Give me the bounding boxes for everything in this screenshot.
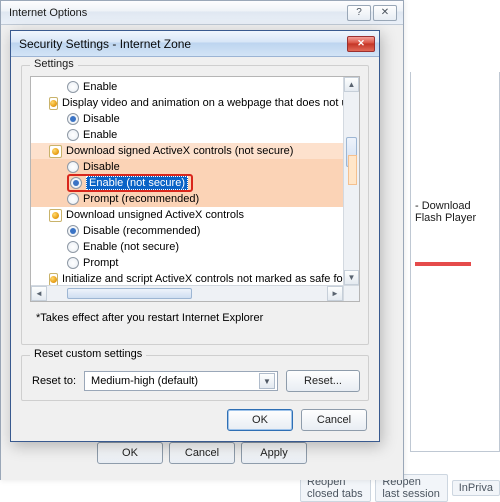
internet-options-cancel[interactable]: Cancel bbox=[169, 442, 235, 464]
dialog-title: Security Settings - Internet Zone bbox=[19, 37, 191, 51]
settings-option-label: Enable (not secure) bbox=[83, 241, 179, 253]
settings-option-label: Disable (recommended) bbox=[83, 225, 200, 237]
settings-option-label: Enable bbox=[83, 129, 117, 141]
settings-option-label: Prompt bbox=[83, 257, 118, 269]
settings-group: Settings EnableDisplay video and animati… bbox=[21, 65, 369, 345]
reset-to-combo[interactable]: Medium-high (default) ▼ bbox=[84, 371, 278, 391]
settings-header: Display video and animation on a webpage… bbox=[31, 95, 343, 111]
settings-listbox: Enable Display video and animation on a w… bbox=[30, 76, 360, 302]
category-icon bbox=[49, 209, 62, 222]
help-button[interactable]: ? bbox=[347, 5, 371, 21]
radio-icon[interactable] bbox=[67, 161, 79, 173]
side-text: - DownloadFlash Player bbox=[415, 200, 476, 224]
settings-option[interactable]: Prompt (recommended) bbox=[31, 191, 343, 207]
reset-button[interactable]: Reset... bbox=[286, 370, 360, 392]
radio-icon[interactable] bbox=[67, 241, 79, 253]
reset-legend: Reset custom settings bbox=[30, 348, 146, 360]
dialog-titlebar[interactable]: Security Settings - Internet Zone ✕ bbox=[11, 31, 379, 57]
red-underline bbox=[415, 262, 471, 266]
settings-option[interactable]: Disable bbox=[31, 111, 343, 127]
radio-icon[interactable] bbox=[67, 113, 79, 125]
settings-option-label: Enable bbox=[83, 81, 117, 93]
highlighted-selection[interactable]: Enable (not secure) bbox=[67, 174, 193, 192]
settings-option-label: Prompt (recommended) bbox=[83, 193, 199, 205]
restart-note: *Takes effect after you restart Internet… bbox=[36, 312, 263, 324]
vertical-scrollbar[interactable]: ▲ ▼ bbox=[343, 77, 359, 285]
category-icon bbox=[49, 97, 58, 110]
settings-header-label: Download signed ActiveX controls (not se… bbox=[66, 145, 293, 157]
internet-options-title: Internet Options bbox=[9, 7, 87, 19]
close-button-back[interactable]: ✕ bbox=[373, 5, 397, 21]
settings-header-label: Initialize and script ActiveX controls n… bbox=[62, 273, 343, 285]
radio-icon[interactable] bbox=[67, 225, 79, 237]
settings-option[interactable]: Disable (recommended) bbox=[31, 223, 343, 239]
reset-to-label: Reset to: bbox=[32, 375, 76, 387]
radio-icon[interactable] bbox=[67, 193, 79, 205]
scroll-down-icon[interactable]: ▼ bbox=[344, 270, 359, 285]
category-icon bbox=[49, 273, 58, 286]
internet-options-titlebar[interactable]: Internet Options ? ✕ bbox=[1, 1, 403, 25]
scroll-highlight-marker bbox=[348, 155, 357, 185]
settings-list[interactable]: Enable Display video and animation on a w… bbox=[31, 77, 343, 285]
settings-option-label: Disable bbox=[83, 113, 120, 125]
close-icon[interactable]: ✕ bbox=[347, 36, 375, 52]
settings-option[interactable]: Disable bbox=[31, 159, 343, 175]
radio-icon[interactable] bbox=[67, 129, 79, 141]
scroll-right-icon[interactable]: ► bbox=[327, 286, 343, 301]
settings-legend: Settings bbox=[30, 58, 78, 70]
settings-option[interactable]: Enable bbox=[31, 79, 343, 95]
status-inprivate[interactable]: InPriva bbox=[452, 480, 500, 496]
settings-option[interactable]: Prompt bbox=[31, 255, 343, 271]
settings-option[interactable]: Enable bbox=[31, 127, 343, 143]
settings-header-label: Display video and animation on a webpage… bbox=[62, 97, 343, 109]
scroll-up-icon[interactable]: ▲ bbox=[344, 77, 359, 92]
settings-option[interactable]: Enable (not secure) bbox=[31, 239, 343, 255]
background-panel: - DownloadFlash Player bbox=[410, 72, 500, 452]
scroll-corner bbox=[343, 285, 359, 301]
horizontal-scrollbar[interactable]: ◄ ► bbox=[31, 285, 343, 301]
settings-header: Download unsigned ActiveX controls bbox=[31, 207, 343, 223]
radio-icon[interactable] bbox=[70, 177, 82, 189]
radio-icon[interactable] bbox=[67, 257, 79, 269]
status-bar: Reopen closed tabs Reopen last session I… bbox=[300, 478, 500, 498]
settings-header: Initialize and script ActiveX controls n… bbox=[31, 271, 343, 285]
settings-option-label: Disable bbox=[83, 161, 120, 173]
horizontal-scroll-thumb[interactable] bbox=[67, 288, 192, 299]
scroll-left-icon[interactable]: ◄ bbox=[31, 286, 47, 301]
category-icon bbox=[49, 145, 62, 158]
chevron-down-icon[interactable]: ▼ bbox=[259, 373, 275, 389]
settings-header-label: Download unsigned ActiveX controls bbox=[66, 209, 244, 221]
dialog-ok-button[interactable]: OK bbox=[227, 409, 293, 431]
settings-header: Download signed ActiveX controls (not se… bbox=[31, 143, 343, 159]
dialog-cancel-button[interactable]: Cancel bbox=[301, 409, 367, 431]
internet-options-apply[interactable]: Apply bbox=[241, 442, 307, 464]
radio-icon[interactable] bbox=[67, 81, 79, 93]
reset-to-value: Medium-high (default) bbox=[91, 375, 198, 387]
settings-option-label: Enable (not secure) bbox=[86, 176, 188, 190]
settings-option[interactable]: Enable (not secure) bbox=[31, 175, 343, 191]
reset-group: Reset custom settings Reset to: Medium-h… bbox=[21, 355, 369, 401]
security-settings-dialog: Security Settings - Internet Zone ✕ Sett… bbox=[10, 30, 380, 442]
internet-options-ok[interactable]: OK bbox=[97, 442, 163, 464]
